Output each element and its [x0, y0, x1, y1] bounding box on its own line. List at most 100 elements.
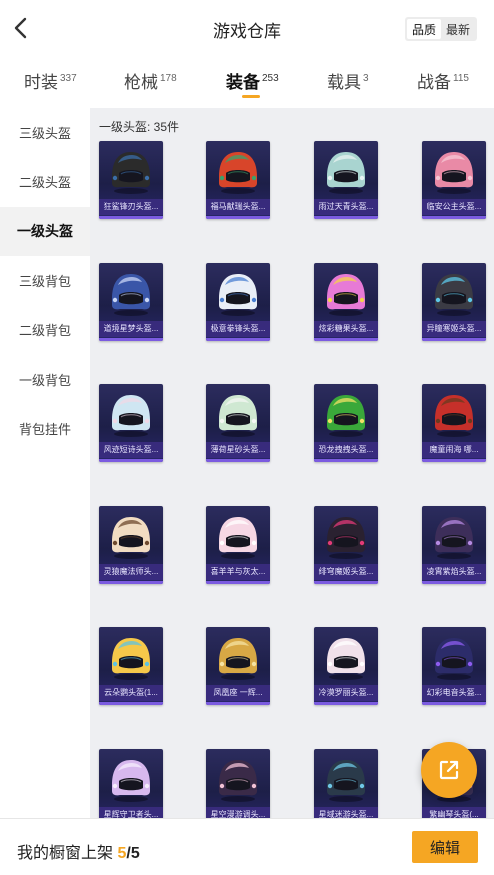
active-tab-indicator: [242, 95, 260, 98]
item-name: 喜羊羊与灰太...: [206, 563, 270, 580]
item-card[interactable]: 临安公主头盔...: [422, 141, 486, 219]
sidebar-item-level1-backpack[interactable]: 一级背包: [0, 354, 90, 403]
item-name: 星辉守卫者头...: [99, 806, 163, 818]
item-card[interactable]: 雨过天青头盔...: [314, 141, 378, 219]
item-name: 凌霄紫焰头盔...: [422, 563, 486, 580]
item-card[interactable]: 云朵鹦头盔(1...: [99, 627, 163, 705]
item-card[interactable]: 道境星梦头盔...: [99, 262, 163, 341]
tab-label: 枪械: [124, 73, 158, 92]
helmet-icon: [327, 638, 365, 680]
item-name: 异瞳寒姬头盔...: [422, 320, 486, 337]
item-name: 繁幽琴头盔(...: [422, 806, 486, 818]
tab-count: 115: [453, 73, 469, 84]
sort-toggle: 品质 最新: [405, 17, 477, 41]
item-card[interactable]: 恐龙拽拽头盔...: [314, 384, 378, 462]
item-card[interactable]: 幻彩电音头盔...: [422, 627, 486, 705]
sidebar-item-level2-helmet[interactable]: 二级头盔: [0, 157, 90, 206]
sort-quality-button[interactable]: 品质: [407, 19, 441, 39]
tab-count: 337: [60, 73, 77, 84]
item-name: 福马献瑞头盔...: [206, 199, 270, 215]
item-card[interactable]: 薄荷星砂头盔...: [206, 384, 270, 462]
item-card[interactable]: 狂鲨锋刃头盔...: [99, 141, 163, 219]
edit-button[interactable]: 编辑: [412, 831, 478, 863]
item-name: 凤凰座 一辉...: [206, 685, 270, 701]
item-card[interactable]: 炫彩糖果头盔...: [314, 262, 378, 341]
showcase-label: 我的橱窗上架: [17, 845, 114, 862]
helmet-icon: [112, 759, 150, 802]
sort-newest-button[interactable]: 最新: [441, 19, 475, 39]
tab-count: 178: [160, 73, 177, 84]
item-name: 绯穹魔姬头盔...: [314, 563, 378, 580]
item-card[interactable]: 星域迷游头盔...: [314, 748, 378, 818]
item-name: 风迹短诗头盔...: [99, 442, 163, 458]
helmet-icon: [112, 273, 150, 316]
tab-label: 载具: [327, 73, 361, 92]
helmet-icon: [327, 273, 365, 316]
helmet-icon: [327, 516, 365, 559]
tab-fashion[interactable]: 时装 337: [24, 68, 77, 93]
tab-label: 战备: [417, 73, 451, 92]
item-card[interactable]: 风迹短诗头盔...: [99, 384, 163, 462]
helmet-icon: [112, 638, 150, 680]
item-card[interactable]: 异瞳寒姬头盔...: [422, 262, 486, 341]
item-name: 星空漫游调头...: [206, 806, 270, 818]
helmet-icon: [219, 638, 257, 680]
helmet-icon: [435, 152, 473, 194]
top-bar: 游戏仓库 品质 最新: [0, 0, 494, 58]
sidebar-item-level2-backpack[interactable]: 二级背包: [0, 305, 90, 354]
tab-label: 装备: [226, 73, 260, 92]
helmet-icon: [219, 395, 257, 437]
item-name: 狂鲨锋刃头盔...: [99, 199, 163, 215]
sidebar-item-level3-backpack[interactable]: 三级背包: [0, 256, 90, 305]
item-card[interactable]: 凤凰座 一辉...: [206, 627, 270, 705]
tab-supplies[interactable]: 战备 115: [417, 68, 469, 93]
tab-count: 3: [363, 73, 369, 84]
item-name: 道境星梦头盔...: [99, 320, 163, 337]
sidebar-item-backpack-charm[interactable]: 背包挂件: [0, 404, 90, 453]
showcase-status: 我的橱窗上架 5/5: [17, 839, 140, 863]
item-card[interactable]: 冷漠罗丽头盔...: [314, 627, 378, 705]
item-name: 魔童闹海 哪...: [422, 442, 486, 458]
showcase-bar: 我的橱窗上架 5/5 编辑: [0, 818, 494, 875]
share-external-icon: [439, 760, 459, 780]
helmet-icon: [112, 395, 150, 437]
helmet-icon: [435, 516, 473, 559]
item-count-label: 一级头盔: 35件: [99, 120, 180, 134]
item-name: 星域迷游头盔...: [314, 806, 378, 818]
helmet-icon: [219, 759, 257, 802]
tab-vehicles[interactable]: 载具 3: [327, 68, 369, 93]
item-card[interactable]: 绯穹魔姬头盔...: [314, 505, 378, 584]
item-card[interactable]: 星空漫游调头...: [206, 748, 270, 818]
item-name: 薄荷星砂头盔...: [206, 442, 270, 458]
helmet-icon: [327, 759, 365, 802]
helmet-icon: [327, 152, 365, 194]
helmet-icon: [219, 273, 257, 316]
helmet-icon: [112, 152, 150, 194]
item-card[interactable]: 凌霄紫焰头盔...: [422, 505, 486, 584]
item-card[interactable]: 福马献瑞头盔...: [206, 141, 270, 219]
tab-count: 253: [262, 73, 279, 84]
helmet-icon: [435, 638, 473, 680]
item-name: 灵猿魔法师头...: [99, 563, 163, 580]
sidebar-item-level3-helmet[interactable]: 三级头盔: [0, 108, 90, 157]
item-card[interactable]: 极意拳锋头盔...: [206, 262, 270, 341]
item-card[interactable]: 魔童闹海 哪...: [422, 384, 486, 462]
item-name: 极意拳锋头盔...: [206, 320, 270, 337]
item-card[interactable]: 星辉守卫者头...: [99, 748, 163, 818]
item-card[interactable]: 灵猿魔法师头...: [99, 505, 163, 584]
tab-guns[interactable]: 枪械 178: [124, 68, 177, 93]
item-grid-panel: 一级头盔: 35件 狂鲨锋刃头盔... 福马献瑞头盔... 雨过天青头盔... 临安公…: [90, 108, 494, 818]
sub-category-sidebar: 三级头盔 二级头盔 一级头盔 三级背包 二级背包 一级背包 背包挂件: [0, 108, 90, 818]
share-fab-button[interactable]: [421, 742, 477, 798]
showcase-total: /5: [126, 845, 140, 862]
helmet-icon: [435, 395, 473, 437]
tab-equipment[interactable]: 装备 253: [226, 68, 279, 93]
category-tabs: 时装 337 枪械 178 装备 253 载具 3 战备 115: [0, 58, 494, 104]
item-name: 雨过天青头盔...: [314, 199, 378, 215]
item-name: 冷漠罗丽头盔...: [314, 685, 378, 701]
item-card[interactable]: 喜羊羊与灰太...: [206, 505, 270, 584]
sidebar-item-level1-helmet[interactable]: 一级头盔: [0, 206, 90, 256]
item-name: 幻彩电音头盔...: [422, 685, 486, 701]
helmet-icon: [219, 152, 257, 194]
helmet-icon: [112, 516, 150, 559]
